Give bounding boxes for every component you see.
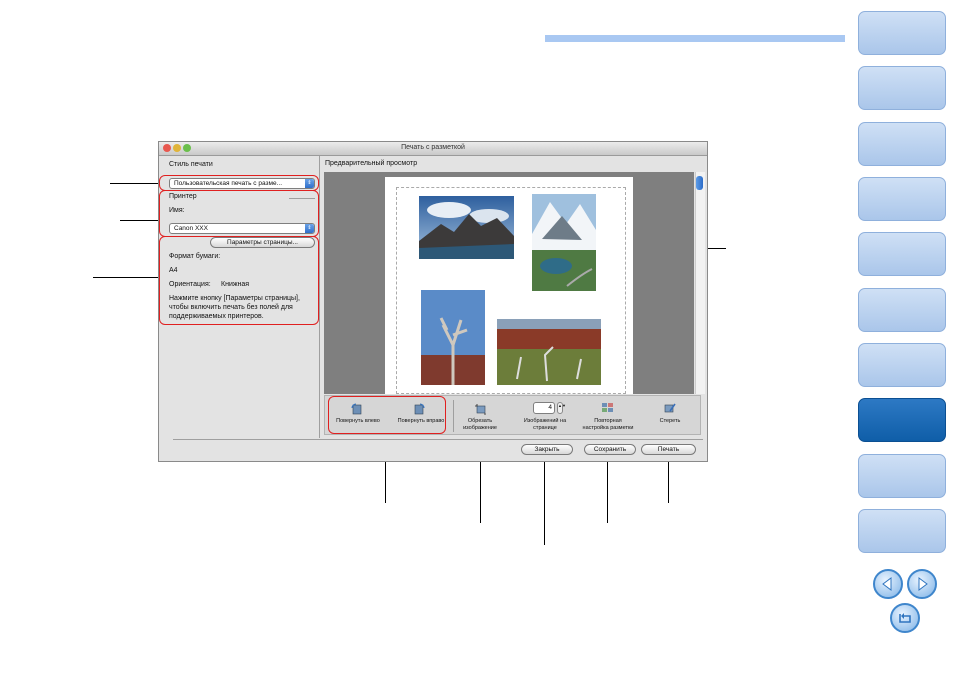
- nav-tab-5[interactable]: [858, 232, 946, 276]
- print-layout-window: Печать с разметкой Стиль печати Пользова…: [158, 141, 708, 462]
- return-icon: [899, 613, 911, 623]
- save-button[interactable]: Сохранить: [584, 444, 636, 455]
- callout-box-printer: [159, 190, 319, 237]
- preview-scrollbar[interactable]: [695, 172, 705, 394]
- return-button[interactable]: [890, 603, 920, 633]
- photo-mountains[interactable]: [419, 196, 514, 259]
- print-style-label: Стиль печати: [169, 161, 213, 168]
- scrollbar-thumb[interactable]: [696, 176, 703, 190]
- print-button[interactable]: Печать: [641, 444, 696, 455]
- relayout-label[interactable]: Повторная настройка разметки: [575, 418, 641, 431]
- erase-label[interactable]: Стереть: [650, 418, 690, 425]
- photo-shrubland[interactable]: [497, 319, 601, 385]
- prev-page-button[interactable]: [873, 569, 903, 599]
- crop-icon: [475, 404, 486, 415]
- photo-glacier[interactable]: [532, 194, 596, 291]
- bottom-divider: [173, 439, 703, 440]
- erase-icon: [664, 403, 676, 413]
- next-arrow-icon: [918, 577, 928, 591]
- relayout-label-line2: настройка разметки: [582, 424, 634, 431]
- relayout-label-line1: Повторная: [594, 418, 622, 424]
- nav-tab-8-active[interactable]: [858, 398, 946, 442]
- crop-label[interactable]: Обрезать изображение: [455, 418, 505, 431]
- images-per-page-label: Изображений на странице: [515, 418, 575, 431]
- prev-arrow-icon: [882, 577, 892, 591]
- images-per-page-field[interactable]: 4: [533, 402, 555, 414]
- callout-box-rotate: [328, 396, 446, 434]
- callout-box-style: [159, 175, 319, 191]
- nav-tab-10[interactable]: [858, 509, 946, 553]
- callout-line-printer: [120, 220, 158, 221]
- nav-tab-9[interactable]: [858, 454, 946, 498]
- next-page-button[interactable]: [907, 569, 937, 599]
- photo-dead-tree[interactable]: [421, 290, 485, 385]
- nav-tab-7[interactable]: [858, 343, 946, 387]
- header-bar: [545, 35, 845, 42]
- crop-label-line1: Обрезать: [467, 418, 493, 424]
- per-page-label-line2: странице: [533, 424, 557, 431]
- nav-tab-6[interactable]: [858, 288, 946, 332]
- window-titlebar: Печать с разметкой: [159, 142, 707, 156]
- preview-label: Предварительный просмотр: [325, 160, 418, 167]
- callout-line-page-setup: [93, 277, 158, 278]
- close-button[interactable]: Закрыть: [521, 444, 573, 455]
- nav-tab-2[interactable]: [858, 66, 946, 110]
- per-page-label-line1: Изображений на: [523, 418, 567, 424]
- nav-tab-1[interactable]: [858, 11, 946, 55]
- panel-divider: [319, 156, 320, 438]
- callout-box-page-setup: [159, 236, 319, 325]
- nav-tab-4[interactable]: [858, 177, 946, 221]
- nav-tab-3[interactable]: [858, 122, 946, 166]
- toolbar-divider: [453, 400, 454, 432]
- crop-label-line2: изображение: [463, 424, 497, 431]
- callout-line-style: [110, 183, 158, 184]
- relayout-icon: [602, 403, 613, 412]
- window-title: Печать с разметкой: [401, 144, 465, 151]
- images-per-page-stepper[interactable]: ▲▼: [557, 402, 566, 414]
